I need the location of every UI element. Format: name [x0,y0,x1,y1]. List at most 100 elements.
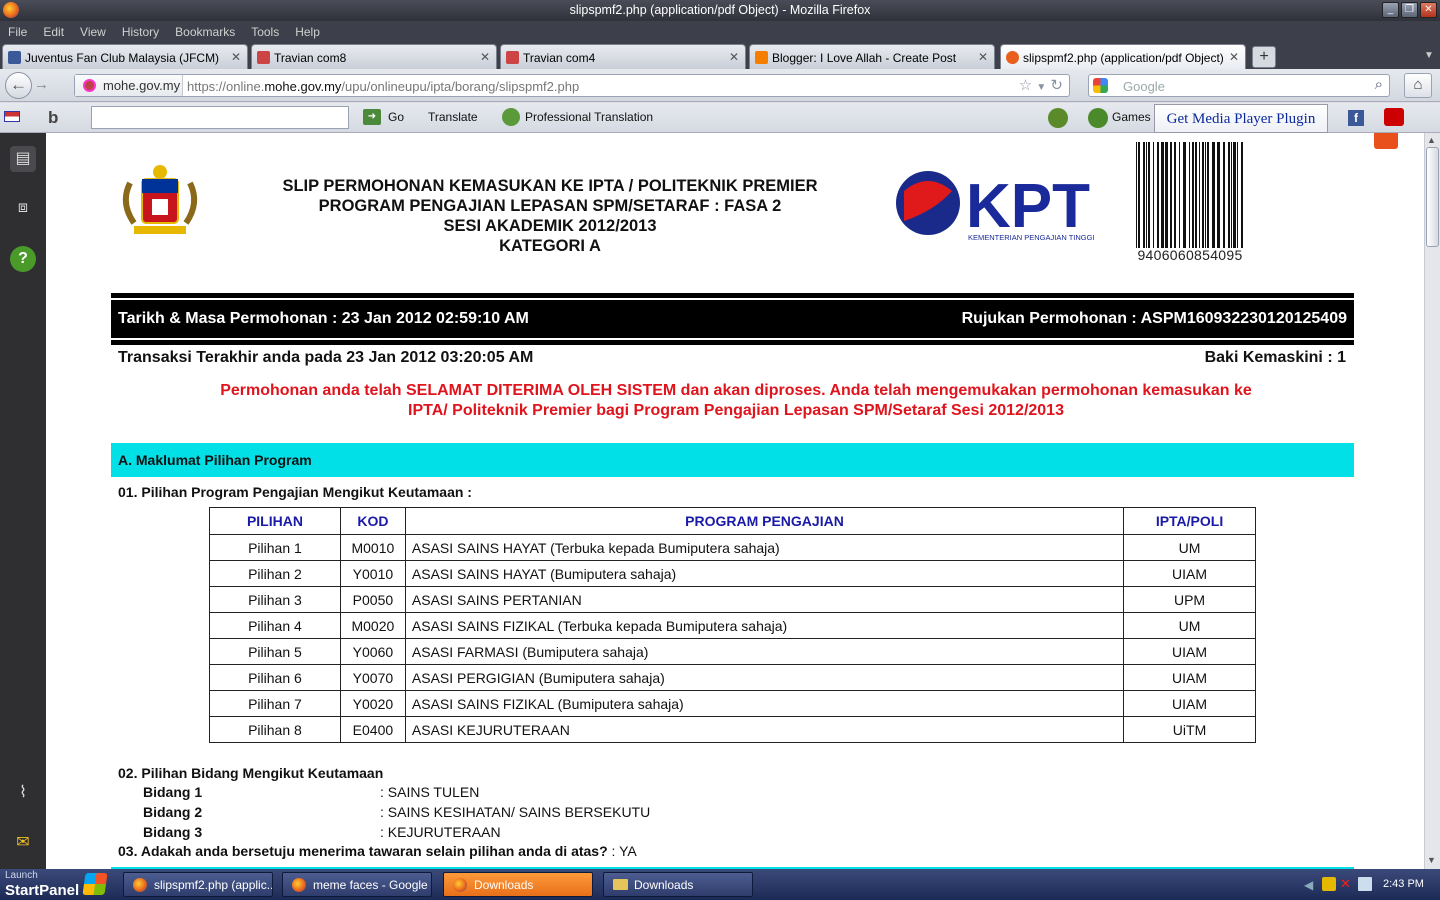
barcode-bar [1202,142,1204,248]
tab-slipspmf2[interactable]: slipspmf2.php (application/pdf Object) ✕ [1000,44,1246,69]
pages-icon[interactable]: ▤ [10,146,36,172]
bookmark-star-icon[interactable]: ☆ [1019,77,1032,94]
menu-bookmarks[interactable]: Bookmarks [175,25,235,39]
program-cell: ASASI PERGIGIAN (Bumiputera sahaja) [404,664,1125,691]
tab-label: Travian com8 [274,51,347,65]
barcode-bar [1195,142,1197,248]
barcode-bar [1148,142,1150,248]
home-button[interactable]: ⌂ [1404,73,1432,98]
tray-app-icon[interactable] [1322,877,1336,891]
taskbar-item-downloads-firefox[interactable]: Downloads [443,872,593,897]
toolbar-search-input[interactable] [91,106,349,129]
close-tab-icon[interactable]: ✕ [978,50,988,64]
youtube-icon[interactable] [1384,108,1404,126]
barcode-bar [1170,142,1172,248]
flag-icon[interactable] [4,111,20,122]
new-tab-button[interactable]: + [1252,46,1276,68]
tray-alert-icon[interactable]: ✕ [1340,877,1354,891]
menu-history[interactable]: History [122,25,159,39]
network-icon[interactable] [1358,877,1372,891]
taskbar-item-meme-faces[interactable]: meme faces - Google ... [282,872,432,897]
reload-icon[interactable]: ↻ [1050,77,1063,94]
application-header-band: Tarikh & Masa Permohonan : 23 Jan 2012 0… [111,293,1354,345]
application-date: Tarikh & Masa Permohonan : 23 Jan 2012 0… [118,310,529,327]
close-tab-icon[interactable]: ✕ [480,50,490,64]
maximize-button[interactable]: ❐ [1401,2,1418,18]
taskbar-item-slipspmf2[interactable]: slipspmf2.php (applic... [123,872,273,897]
remaining-updates: Baki Kemaskini : 1 [1204,349,1346,366]
menu-file[interactable]: File [8,25,27,39]
window-titlebar: slipspmf2.php (application/pdf Object) -… [0,0,1440,21]
search-input[interactable]: Google [1123,79,1165,94]
facebook-icon [8,51,21,64]
tab-travian-com8[interactable]: Travian com8 ✕ [251,44,497,69]
binoculars-icon[interactable]: ⧈ [10,195,36,221]
close-tab-icon[interactable]: ✕ [729,50,739,64]
google-icon[interactable] [1093,78,1108,93]
paperclip-icon[interactable]: ⌇ [10,780,36,806]
taskbar-item-downloads-folder[interactable]: Downloads [603,872,753,897]
firefox-icon [292,878,306,892]
menu-view[interactable]: View [80,25,106,39]
site-identity-button[interactable]: mohe.gov.my [75,75,183,96]
firefox-icon [453,878,467,892]
menu-edit[interactable]: Edit [43,25,64,39]
tray-expand-icon[interactable]: ◀ [1304,878,1313,892]
tab-label: Blogger: I Love Allah - Create Post [772,51,957,65]
games-button[interactable]: Games [1112,110,1151,124]
go-button[interactable]: Go [388,110,404,124]
comments-icon[interactable]: ✉ [10,830,36,856]
tab-label: slipspmf2.php (application/pdf Object) [1023,51,1224,65]
notice-line: IPTA/ Politeknik Premier bagi Program Pe… [408,402,1064,419]
globe-icon [502,108,520,126]
help-icon[interactable]: ? [10,246,36,272]
dropdown-icon[interactable]: ▼ [1036,82,1046,93]
barcode-number: 9406060854095 [1137,247,1243,263]
pilihan-cell: Pilihan 8 [209,716,341,743]
tab-label: Travian com4 [523,51,596,65]
print-icon[interactable] [1374,133,1398,149]
close-tab-icon[interactable]: ✕ [1229,50,1239,64]
firefox-icon [133,878,147,892]
band-divider [111,298,1354,300]
scroll-down-icon[interactable]: ▼ [1427,855,1436,865]
table-header-row: PILIHAN KOD PROGRAM PENGAJIAN IPTA/POLI [209,507,1256,535]
title-line: SESI AKADEMIK 2012/2013 [443,217,657,235]
barcode-bar [1143,142,1145,248]
back-button[interactable]: ← [5,72,32,99]
menu-tools[interactable]: Tools [251,25,279,39]
facebook-icon[interactable]: f [1348,110,1364,126]
forward-button[interactable]: → [34,76,54,96]
scroll-up-icon[interactable]: ▲ [1427,135,1436,145]
vertical-scrollbar[interactable]: ▲ ▼ [1424,133,1440,869]
search-icon[interactable]: ⌕ [1375,76,1383,93]
media-player-plugin-button[interactable]: Get Media Player Plugin [1154,104,1328,133]
search-bar[interactable]: Google ⌕ [1088,74,1390,97]
list-tabs-icon[interactable]: ▼ [1424,50,1434,61]
url-bar[interactable]: mohe.gov.my https://online.mohe.gov.my/u… [74,74,1070,97]
professional-translation-button[interactable]: Professional Translation [525,110,653,124]
bidang-label: Bidang 3 [143,824,203,840]
barcode-bar [1189,142,1190,248]
url-text[interactable]: https://online.mohe.gov.my/upu/onlineupu… [187,79,579,94]
tab-jfcm[interactable]: Juventus Fan Club Malaysia (JFCM) ✕ [2,44,248,69]
addon-toolbar: b ➜ Go Translate Professional Translatio… [0,103,1440,133]
ipta-cell: UIAM [1123,690,1256,717]
close-window-button[interactable]: ✕ [1420,2,1437,18]
title-line: SLIP PERMOHONAN KEMASUKAN KE IPTA / POLI… [282,177,818,195]
tab-blogger[interactable]: Blogger: I Love Allah - Create Post ✕ [749,44,995,69]
tab-travian-com4[interactable]: Travian com4 ✕ [500,44,746,69]
translate-button[interactable]: Translate [428,110,478,124]
go-arrow-icon[interactable]: ➜ [363,109,381,125]
addon-icon[interactable] [1048,108,1068,128]
scrollbar-thumb[interactable] [1426,147,1439,247]
task-label: meme faces - Google ... [313,878,432,892]
bidang-value: : SAINS KESIHATAN/ SAINS BERSEKUTU [380,804,651,820]
minimize-button[interactable]: _ [1382,2,1399,18]
close-tab-icon[interactable]: ✕ [231,50,241,64]
tab-bar: Juventus Fan Club Malaysia (JFCM) ✕ Trav… [0,42,1440,69]
start-button[interactable]: Launch StartPanel [0,869,112,900]
travian-icon [257,51,270,64]
babylon-icon[interactable]: b [48,108,58,128]
menu-help[interactable]: Help [295,25,320,39]
